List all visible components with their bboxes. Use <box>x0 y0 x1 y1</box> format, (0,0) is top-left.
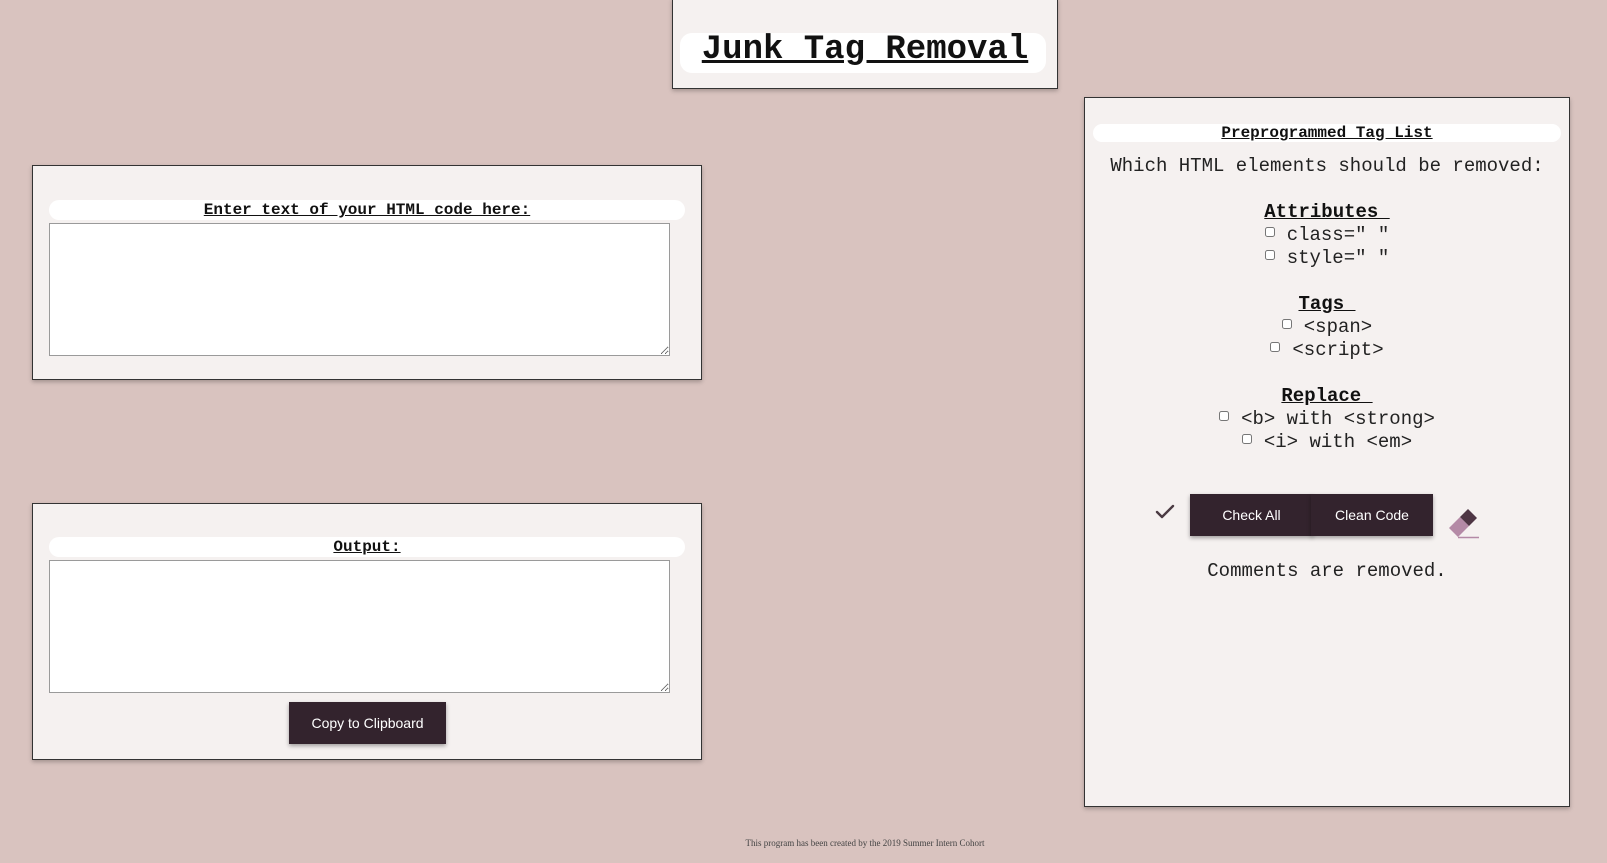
input-label: Enter text of your HTML code here: <box>49 200 685 220</box>
span-tag-checkbox[interactable] <box>1281 319 1292 329</box>
option-style-attribute[interactable]: style=" " <box>1085 247 1569 270</box>
replace-i-label: <i> with <em> <box>1263 431 1413 453</box>
options-question: Which HTML elements should be removed: <box>1110 155 1544 177</box>
option-replace-i[interactable]: <i> with <em> <box>1085 431 1569 454</box>
clean-code-button[interactable]: Clean Code <box>1311 494 1433 536</box>
html-input-textarea[interactable] <box>49 223 670 356</box>
copy-to-clipboard-button[interactable]: Copy to Clipboard <box>289 702 446 744</box>
output-textarea[interactable] <box>49 560 670 693</box>
script-tag-checkbox[interactable] <box>1270 342 1281 352</box>
replace-b-label: <b> with <strong> <box>1241 408 1435 430</box>
style-attribute-checkbox[interactable] <box>1264 250 1275 260</box>
tag-options-panel: Preprogrammed Tag List Which HTML elemen… <box>1084 97 1570 807</box>
replace-heading: Replace <box>1281 385 1373 407</box>
output-panel: Output: Copy to Clipboard <box>32 503 702 760</box>
script-tag-label: <script> <box>1292 339 1384 361</box>
option-script-tag[interactable]: <script> <box>1085 339 1569 362</box>
check-all-button[interactable]: Check All <box>1190 494 1313 536</box>
footer-credit: This program has been created by the 201… <box>745 838 985 848</box>
input-panel: Enter text of your HTML code here: <box>32 165 702 380</box>
span-tag-label: <span> <box>1303 316 1373 338</box>
output-label: Output: <box>49 537 685 557</box>
option-class-attribute[interactable]: class=" " <box>1085 224 1569 247</box>
eraser-icon[interactable] <box>1447 507 1483 539</box>
options-panel-title: Preprogrammed Tag List <box>1093 124 1561 142</box>
title-panel: Junk Tag Removal <box>672 0 1058 89</box>
class-attribute-label: class=" " <box>1286 224 1390 246</box>
option-span-tag[interactable]: <span> <box>1085 316 1569 339</box>
attributes-heading: Attributes <box>1264 201 1390 223</box>
replace-i-checkbox[interactable] <box>1241 434 1252 444</box>
page-title: Junk Tag Removal <box>701 31 1029 69</box>
check-icon[interactable] <box>1155 502 1175 522</box>
option-replace-b[interactable]: <b> with <strong> <box>1085 408 1569 431</box>
style-attribute-label: style=" " <box>1286 247 1390 269</box>
class-attribute-checkbox[interactable] <box>1264 227 1275 237</box>
tags-heading: Tags <box>1298 293 1356 315</box>
comments-note: Comments are removed. <box>1207 560 1447 582</box>
replace-b-checkbox[interactable] <box>1219 411 1230 421</box>
